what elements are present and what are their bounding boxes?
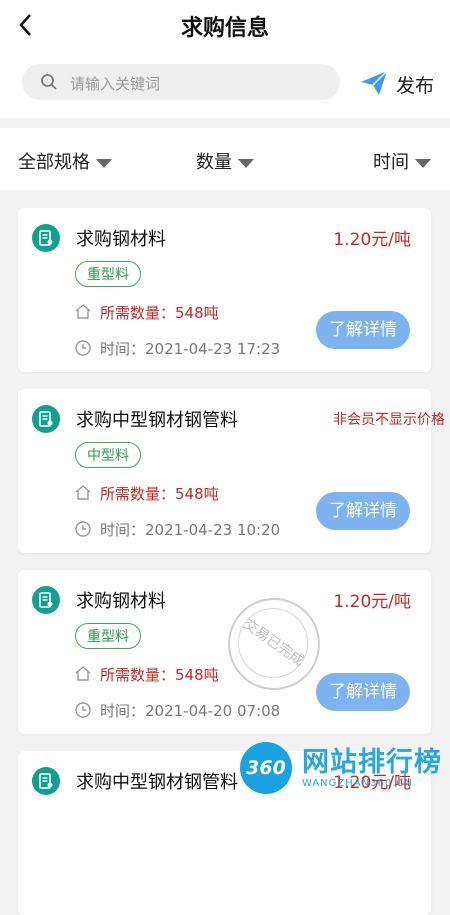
- filter-quantity[interactable]: 数量: [196, 148, 254, 174]
- card-title: 求购钢材料: [76, 229, 166, 250]
- card-price: 非会员不显示价格: [333, 412, 445, 428]
- watermark-name: 网站排行榜: [302, 747, 442, 778]
- filter-time[interactable]: 时间: [373, 148, 431, 174]
- publish-button[interactable]: 发布: [360, 68, 440, 98]
- quantity-text: 所需数量：548吨: [100, 485, 219, 503]
- quantity-row: 所需数量：548吨: [75, 664, 219, 685]
- top-bar: 求购信息: [0, 0, 450, 50]
- filter-quantity-label: 数量: [196, 152, 232, 173]
- search-input[interactable]: 请输入关键词: [22, 64, 340, 100]
- grade-tag: 重型料: [75, 261, 141, 287]
- clock-icon: [75, 521, 91, 537]
- document-icon: [32, 224, 60, 252]
- time-row: 时间：2021-04-20 07:08: [75, 700, 281, 721]
- grade-tag: 中型料: [75, 442, 141, 468]
- time-text: 时间：2021-04-23 17:23: [100, 340, 281, 358]
- house-icon: [75, 666, 91, 681]
- page-title: 求购信息: [180, 16, 269, 41]
- paper-plane-icon: [361, 70, 388, 95]
- card-title: 求购钢材料: [76, 591, 166, 612]
- document-icon: [32, 767, 60, 795]
- document-icon: [32, 586, 60, 614]
- quantity-text: 所需数量：548吨: [100, 304, 219, 322]
- grade-tag: 重型料: [75, 623, 141, 649]
- filter-spec-label: 全部规格: [18, 152, 90, 173]
- time-text: 时间：2021-04-20 07:08: [100, 702, 281, 720]
- time-row: 时间：2021-04-23 17:23: [75, 338, 281, 359]
- search-row: 请输入关键词 发布: [0, 50, 450, 118]
- filter-bar: 全部规格 数量 时间: [0, 128, 450, 190]
- site-watermark: 360 网站排行榜 WANGZHAN360.CN: [236, 738, 450, 800]
- house-icon: [75, 304, 91, 319]
- card-title: 求购中型钢材钢管料: [76, 410, 238, 431]
- watermark-url: WANGZHAN360.CN: [302, 778, 413, 789]
- filter-spec[interactable]: 全部规格: [18, 148, 112, 174]
- watermark-logo: 360: [240, 742, 292, 794]
- clock-icon: [75, 340, 91, 356]
- filter-time-label: 时间: [373, 152, 409, 173]
- search-placeholder: 请输入关键词: [70, 75, 161, 93]
- clock-icon: [75, 702, 91, 718]
- quantity-text: 所需数量：548吨: [100, 666, 219, 684]
- card-title: 求购中型钢材钢管料: [76, 772, 238, 793]
- time-text: 时间：2021-04-23 10:20: [100, 521, 281, 539]
- card-price: 1.20元/吨: [333, 230, 411, 250]
- time-row: 时间：2021-04-23 10:20: [75, 519, 281, 540]
- publish-label: 发布: [396, 75, 435, 97]
- house-icon: [75, 485, 91, 500]
- document-icon: [32, 405, 60, 433]
- quantity-row: 所需数量：548吨: [75, 302, 219, 323]
- completed-stamp: 交易已完成: [228, 598, 320, 690]
- triangle-down-icon: [415, 158, 431, 168]
- detail-button[interactable]: 了解详情: [316, 673, 410, 711]
- quantity-row: 所需数量：548吨: [75, 483, 219, 504]
- detail-button[interactable]: 了解详情: [316, 311, 410, 349]
- purchase-card[interactable]: 求购钢材料 1.20元/吨 重型料 所需数量：548吨 时间：2021-04-2…: [18, 208, 431, 372]
- triangle-down-icon: [96, 158, 112, 168]
- triangle-down-icon: [238, 158, 254, 168]
- card-price: 1.20元/吨: [333, 592, 411, 612]
- purchase-card[interactable]: 求购钢材料 1.20元/吨 重型料 所需数量：548吨 时间：2021-04-2…: [18, 570, 431, 734]
- purchase-card[interactable]: 求购中型钢材钢管料 非会员不显示价格 中型料 所需数量：548吨 时间：2021…: [18, 389, 445, 553]
- detail-button[interactable]: 了解详情: [316, 492, 410, 530]
- search-icon: [41, 74, 57, 90]
